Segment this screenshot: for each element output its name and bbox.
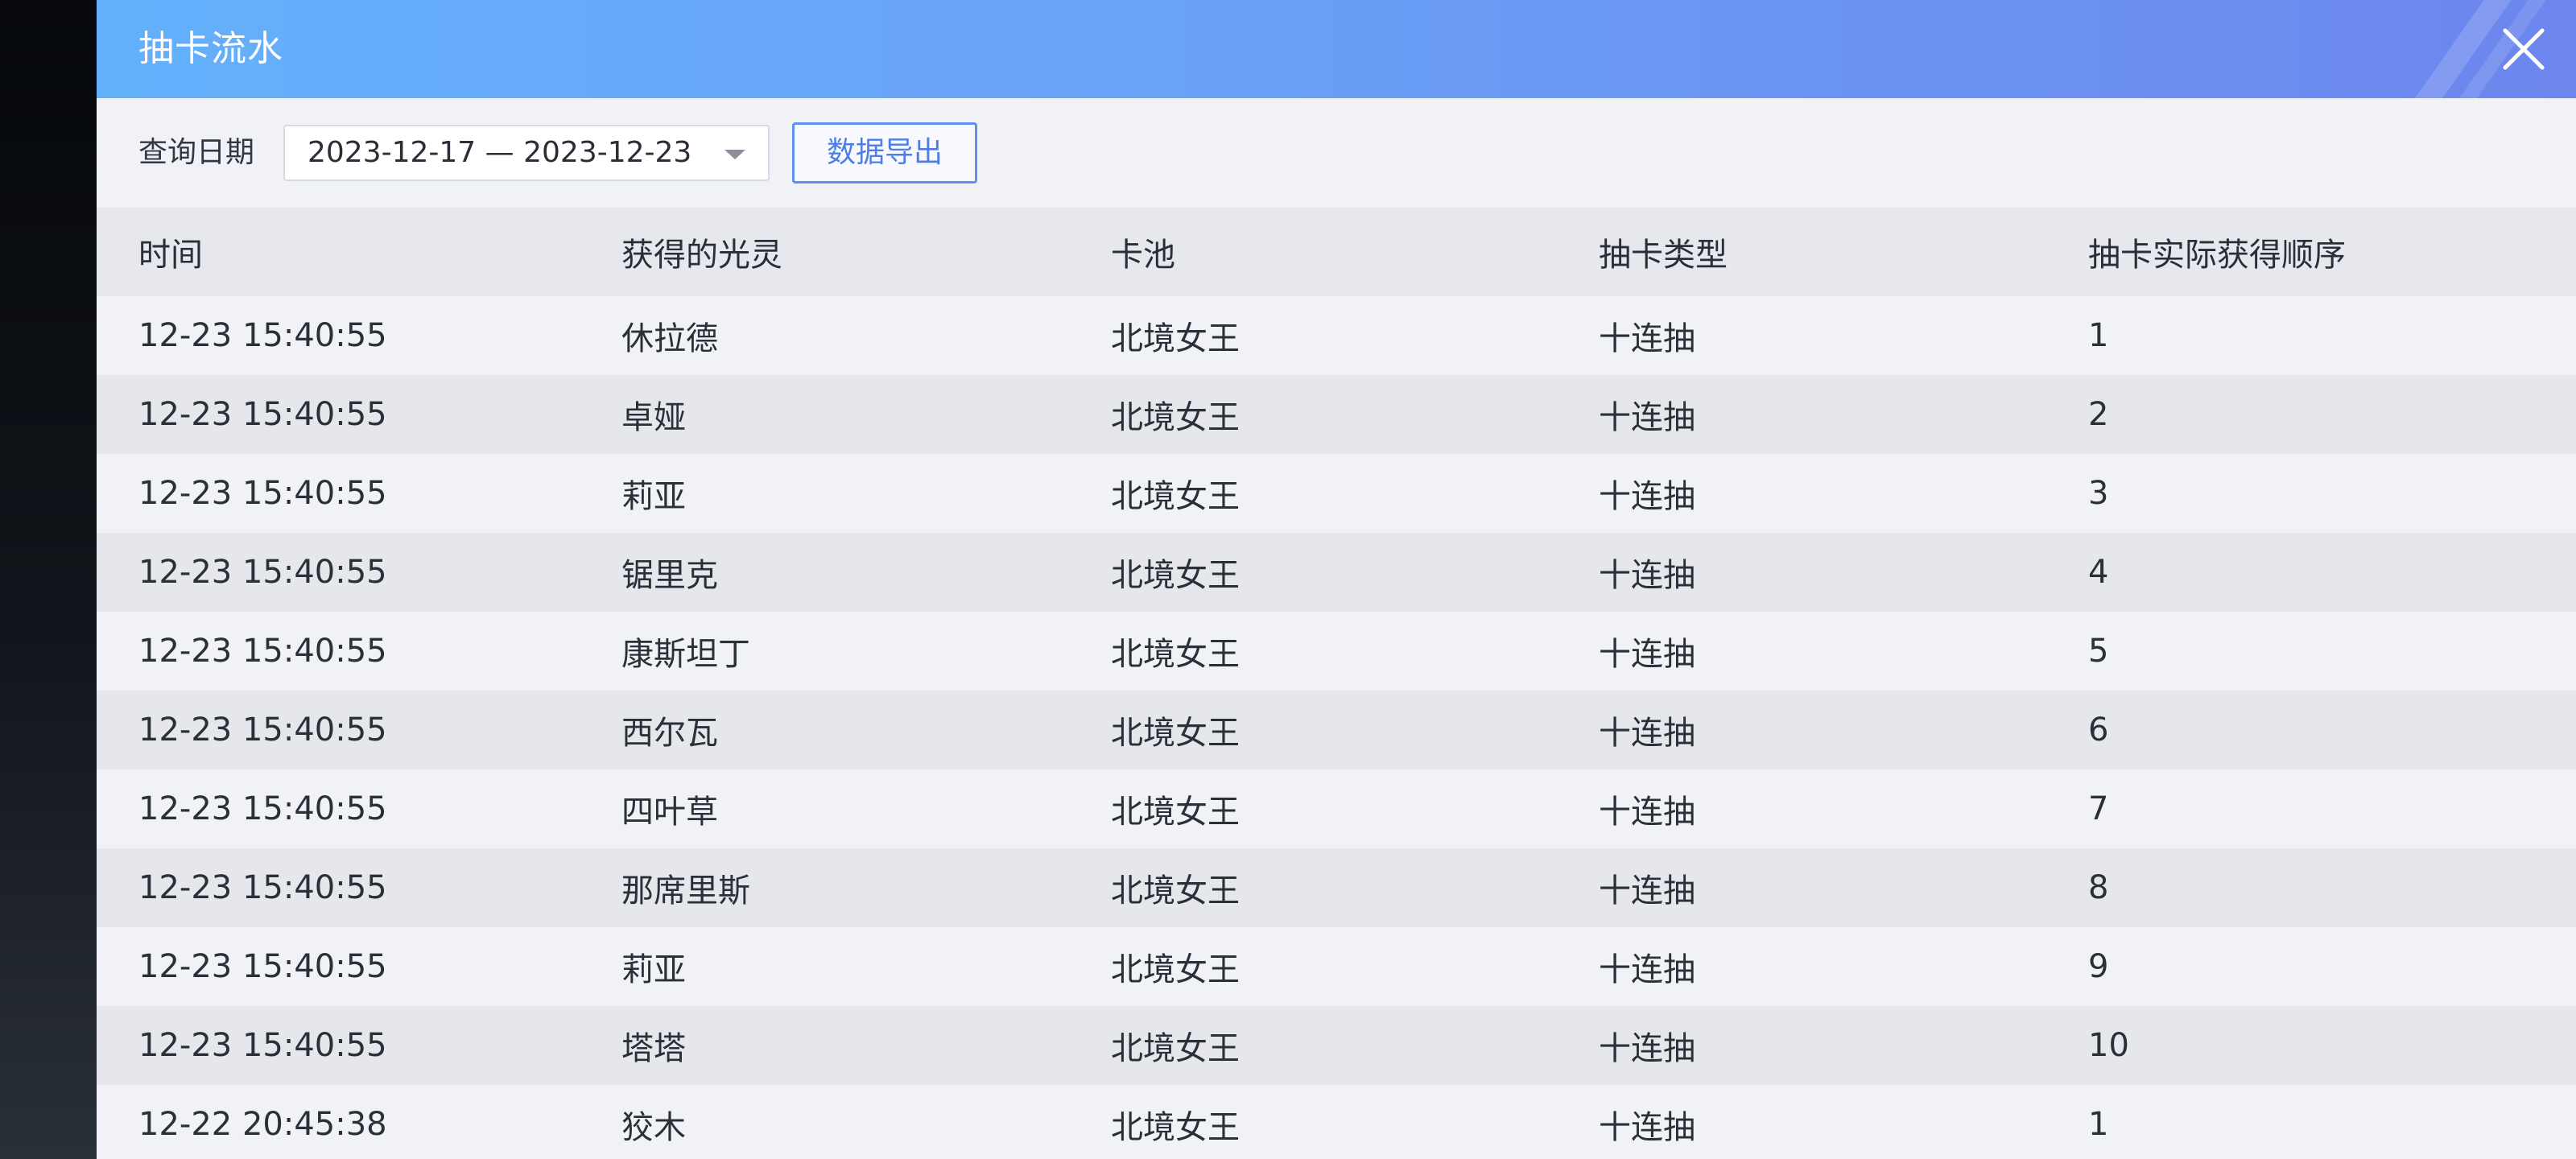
cell-pool: 北境女王 (1111, 636, 1240, 673)
cell-spirit: 莉亚 (621, 951, 686, 988)
table-row: 12-23 15:40:55 西尔瓦 北境女王 十连抽 6 (97, 691, 2576, 769)
close-button[interactable] (2494, 19, 2553, 79)
table-row: 12-23 15:40:55 休拉德 北境女王 十连抽 1 (97, 296, 2576, 375)
column-header-pool: 卡池 (1111, 237, 1175, 274)
cell-pool: 北境女王 (1111, 478, 1240, 515)
cell-order: 5 (2088, 633, 2109, 670)
cell-draw-type: 十连抽 (1599, 1030, 1695, 1067)
table-row: 12-23 15:40:55 锯里克 北境女王 十连抽 4 (97, 533, 2576, 612)
cell-pool: 北境女王 (1111, 399, 1240, 436)
table-row: 12-23 15:40:55 康斯坦丁 北境女王 十连抽 5 (97, 612, 2576, 691)
cell-time: 12-23 15:40:55 (138, 475, 387, 512)
cell-time: 12-23 15:40:55 (138, 711, 387, 749)
cell-draw-type: 十连抽 (1599, 399, 1695, 436)
cell-order: 2 (2088, 396, 2109, 433)
cell-pool: 北境女王 (1111, 715, 1240, 752)
cell-spirit: 康斯坦丁 (621, 636, 750, 673)
cell-spirit: 西尔瓦 (621, 715, 718, 752)
app-root: 抽卡流水 查询日期 2023-12-17 — 2023-12-23 数据导出 时… (0, 0, 2576, 1159)
cell-order: 1 (2088, 1106, 2109, 1143)
dialog-header: 抽卡流水 (97, 0, 2576, 98)
cell-order: 8 (2088, 869, 2109, 906)
cell-spirit: 休拉德 (621, 320, 718, 357)
gacha-record-table: 时间 获得的光灵 卡池 抽卡类型 抽卡实际获得顺序 12-23 15:40:55… (97, 208, 2576, 1159)
cell-pool: 北境女王 (1111, 320, 1240, 357)
cell-time: 12-22 20:45:38 (138, 1106, 387, 1143)
cell-draw-type: 十连抽 (1599, 715, 1695, 752)
table-row: 12-22 20:45:38 狡木 北境女王 十连抽 1 (97, 1085, 2576, 1159)
cell-spirit: 四叶草 (621, 794, 718, 831)
cell-pool: 北境女王 (1111, 557, 1240, 594)
cell-draw-type: 十连抽 (1599, 794, 1695, 831)
cell-time: 12-23 15:40:55 (138, 1027, 387, 1064)
left-background-strip (0, 0, 97, 1159)
column-header-draw-type: 抽卡类型 (1599, 237, 1728, 274)
cell-pool: 北境女王 (1111, 1109, 1240, 1146)
cell-order: 9 (2088, 948, 2109, 985)
cell-time: 12-23 15:40:55 (138, 554, 387, 591)
column-header-order: 抽卡实际获得顺序 (2088, 237, 2346, 274)
cell-draw-type: 十连抽 (1599, 951, 1695, 988)
filter-bar: 查询日期 2023-12-17 — 2023-12-23 数据导出 (97, 98, 2576, 208)
cell-draw-type: 十连抽 (1599, 478, 1695, 515)
cell-pool: 北境女王 (1111, 951, 1240, 988)
cell-order: 3 (2088, 475, 2109, 512)
cell-draw-type: 十连抽 (1599, 872, 1695, 909)
close-icon (2503, 28, 2545, 70)
cell-order: 10 (2088, 1027, 2129, 1064)
cell-order: 7 (2088, 790, 2109, 827)
query-date-label: 查询日期 (138, 136, 255, 169)
gacha-record-dialog: 抽卡流水 查询日期 2023-12-17 — 2023-12-23 数据导出 时… (97, 0, 2576, 1159)
cell-spirit: 塔塔 (621, 1030, 686, 1067)
cell-pool: 北境女王 (1111, 872, 1240, 909)
dialog-title: 抽卡流水 (138, 28, 283, 69)
table-row: 12-23 15:40:55 莉亚 北境女王 十连抽 3 (97, 454, 2576, 533)
table-row: 12-23 15:40:55 卓娅 北境女王 十连抽 2 (97, 375, 2576, 454)
cell-time: 12-23 15:40:55 (138, 633, 387, 670)
table-row: 12-23 15:40:55 莉亚 北境女王 十连抽 9 (97, 927, 2576, 1006)
cell-order: 4 (2088, 554, 2109, 591)
cell-order: 1 (2088, 317, 2109, 354)
table-header: 时间 获得的光灵 卡池 抽卡类型 抽卡实际获得顺序 (97, 208, 2576, 296)
cell-time: 12-23 15:40:55 (138, 396, 387, 433)
table-row: 12-23 15:40:55 塔塔 北境女王 十连抽 10 (97, 1006, 2576, 1085)
cell-pool: 北境女王 (1111, 1030, 1240, 1067)
table-row: 12-23 15:40:55 四叶草 北境女王 十连抽 7 (97, 769, 2576, 848)
caret-down-icon (724, 150, 745, 159)
export-data-button[interactable]: 数据导出 (792, 122, 977, 184)
cell-draw-type: 十连抽 (1599, 557, 1695, 594)
column-header-spirit: 获得的光灵 (621, 237, 782, 274)
cell-time: 12-23 15:40:55 (138, 790, 387, 827)
cell-draw-type: 十连抽 (1599, 1109, 1695, 1146)
column-header-time: 时间 (138, 237, 203, 274)
cell-order: 6 (2088, 711, 2109, 749)
cell-draw-type: 十连抽 (1599, 636, 1695, 673)
cell-spirit: 那席里斯 (621, 872, 750, 909)
date-range-value: 2023-12-17 — 2023-12-23 (308, 136, 692, 169)
date-range-select[interactable]: 2023-12-17 — 2023-12-23 (283, 125, 770, 181)
cell-time: 12-23 15:40:55 (138, 948, 387, 985)
cell-time: 12-23 15:40:55 (138, 317, 387, 354)
cell-spirit: 狡木 (621, 1109, 686, 1146)
cell-draw-type: 十连抽 (1599, 320, 1695, 357)
cell-pool: 北境女王 (1111, 794, 1240, 831)
cell-spirit: 莉亚 (621, 478, 686, 515)
cell-spirit: 卓娅 (621, 399, 686, 436)
table-row: 12-23 15:40:55 那席里斯 北境女王 十连抽 8 (97, 848, 2576, 927)
cell-spirit: 锯里克 (621, 557, 718, 594)
cell-time: 12-23 15:40:55 (138, 869, 387, 906)
